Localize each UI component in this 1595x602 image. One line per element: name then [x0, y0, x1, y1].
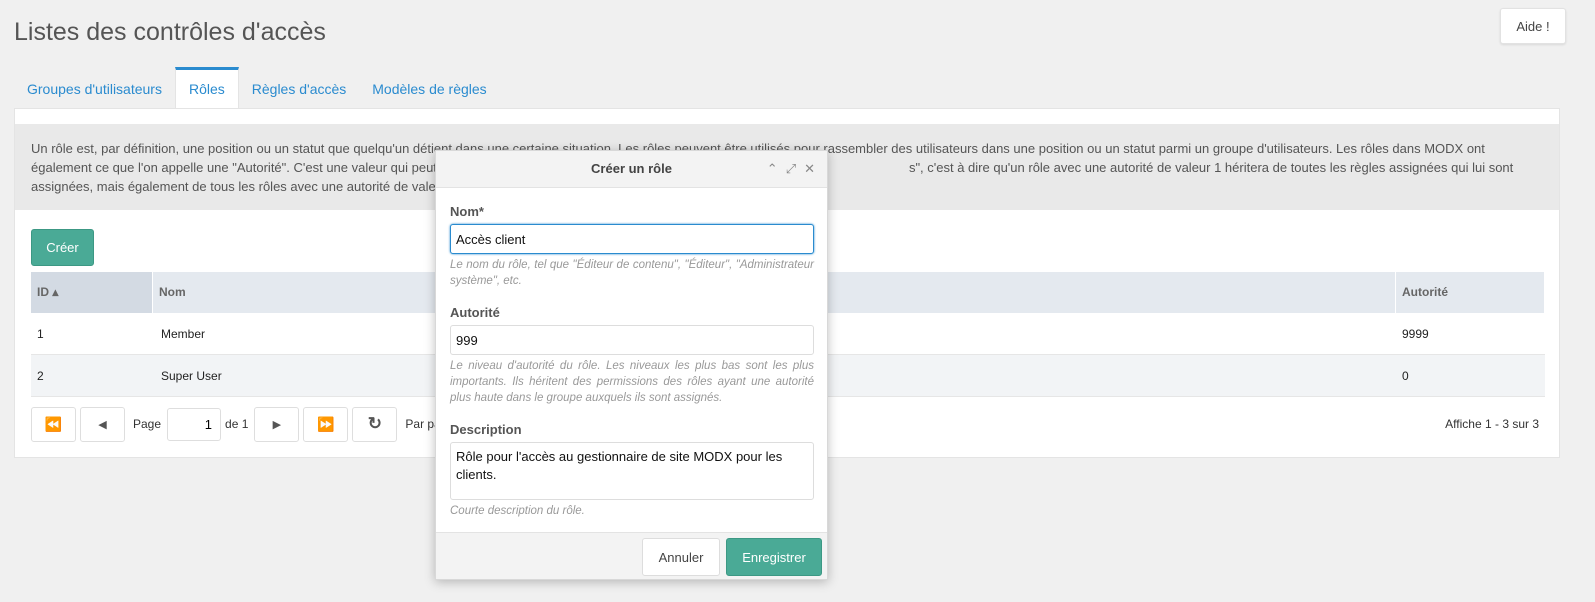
pagination-info: Affiche 1 - 3 sur 3: [1445, 417, 1539, 431]
help-button[interactable]: Aide !: [1500, 8, 1566, 44]
double-chevron-right-icon: ⏩: [317, 415, 335, 432]
page-number-input[interactable]: [167, 407, 222, 441]
maximize-icon[interactable]: ⤢: [786, 161, 796, 177]
cell-id: 1: [37, 327, 44, 341]
column-header-id[interactable]: ID ▴: [31, 272, 153, 313]
cell-id: 2: [37, 369, 44, 383]
dialog-header[interactable]: Créer un rôle ⌃ ⤢ ✕: [436, 151, 827, 188]
name-field-help: Le nom du rôle, tel que "Éditeur de cont…: [450, 259, 814, 287]
role-name-input[interactable]: [450, 224, 814, 254]
authority-field-label: Autorité: [450, 305, 500, 320]
authority-input[interactable]: [450, 325, 814, 355]
tab-rule-templates[interactable]: Modèles de règles: [359, 67, 499, 109]
column-header-authority[interactable]: Autorité: [1396, 272, 1545, 313]
next-page-button[interactable]: ▶: [254, 406, 300, 442]
authority-field-help: Le niveau d'autorité du rôle. Les niveau…: [450, 360, 814, 404]
cell-authority: 9999: [1402, 327, 1429, 341]
description-textarea[interactable]: Rôle pour l'accès au gestionnaire de sit…: [450, 442, 814, 500]
cell-authority: 0: [1402, 369, 1409, 383]
description-field-label: Description: [450, 422, 522, 437]
cancel-button[interactable]: Annuler: [642, 538, 720, 576]
save-button[interactable]: Enregistrer: [726, 538, 822, 576]
close-icon[interactable]: ✕: [804, 161, 815, 177]
double-chevron-left-icon: ⏪: [44, 415, 63, 432]
description-field-help: Courte description du rôle.: [450, 505, 585, 517]
collapse-icon[interactable]: ⌃: [767, 161, 778, 177]
tab-user-groups[interactable]: Groupes d'utilisateurs: [14, 67, 175, 109]
prev-page-button[interactable]: ◀: [80, 406, 125, 442]
chevron-right-icon: ▶: [272, 418, 282, 431]
page-of-label: de 1: [225, 417, 249, 431]
create-role-dialog: Créer un rôle ⌃ ⤢ ✕ Nom* Le nom du rôle,…: [435, 150, 828, 580]
last-page-button[interactable]: ⏩: [303, 406, 349, 442]
first-page-button[interactable]: ⏪: [31, 406, 76, 442]
create-role-button[interactable]: Créer: [31, 229, 94, 266]
refresh-icon: ↻: [367, 414, 383, 433]
tab-access-rules[interactable]: Règles d'accès: [239, 67, 360, 109]
chevron-left-icon: ◀: [98, 418, 107, 431]
page-title: Listes des contrôles d'accès: [14, 18, 326, 46]
tab-bar: Groupes d'utilisateurs Rôles Règles d'ac…: [14, 67, 500, 109]
dialog-footer: Annuler Enregistrer: [436, 532, 827, 579]
tab-roles[interactable]: Rôles: [174, 67, 239, 109]
refresh-button[interactable]: ↻: [352, 406, 398, 442]
page-label: Page: [133, 417, 162, 431]
name-field-label: Nom*: [450, 204, 484, 219]
